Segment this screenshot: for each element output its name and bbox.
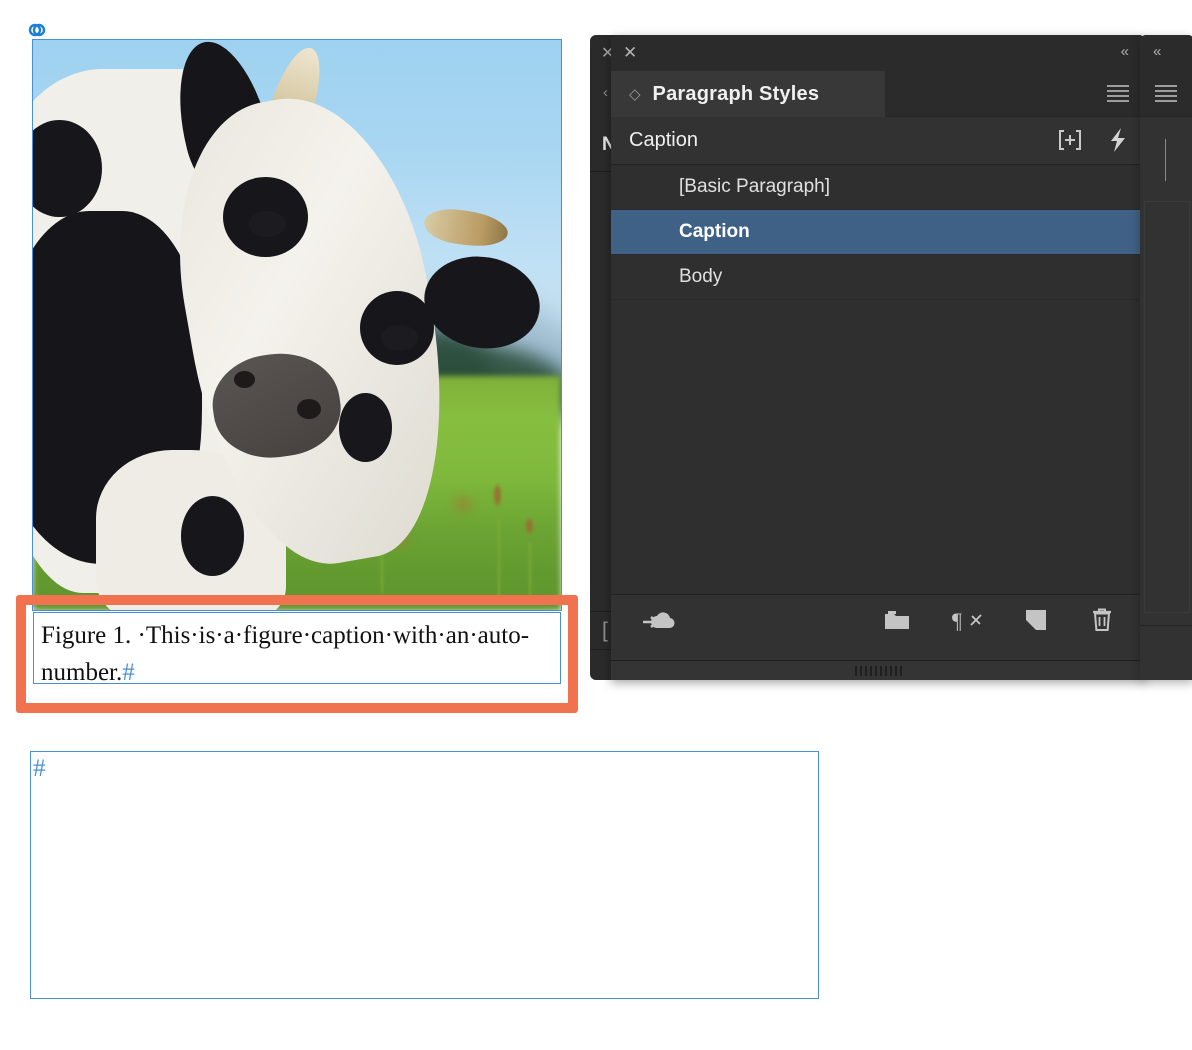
empty-text-frame[interactable]: # [30,751,819,999]
secondary-dock-footer-divider [1140,625,1192,626]
background-panel-bracket-label: [ [602,619,608,642]
secondary-panel-dock[interactable]: « [1140,35,1192,680]
tab-paragraph-styles[interactable]: ◇ Paragraph Styles [611,71,885,117]
secondary-dock-tab[interactable] [1140,71,1192,117]
caption-text-frame[interactable]: Figure 1. ·This·is·a·figure·caption·with… [33,612,561,684]
svg-text:¶: ¶ [952,608,962,632]
cow-left-eye [249,211,287,237]
panel-footer-toolbar[interactable]: ¶ [611,595,1145,650]
cow-nostril-left [233,370,255,388]
panel-menu-icon[interactable] [1155,85,1177,102]
clear-overrides-icon[interactable] [1057,128,1083,157]
cow-nostril-right [297,399,321,420]
style-row-caption[interactable]: Caption [611,210,1145,255]
style-row-basic-paragraph[interactable]: [Basic Paragraph] [611,165,1145,210]
caption-line-1: Figure 1. ·This·is·a·figure·caption·with… [41,622,478,649]
text-cursor-icon [1165,139,1166,181]
trash-icon[interactable] [1089,607,1115,638]
end-of-story-marker: # [122,659,135,684]
lightning-bolt-icon[interactable] [1107,127,1129,158]
panel-tab-row[interactable]: ◇ Paragraph Styles [611,71,1145,117]
current-style-name: Caption [629,129,698,151]
style-name: Caption [679,221,750,242]
new-style-icon[interactable] [1023,608,1049,637]
document-canvas[interactable]: Figure 1. ·This·is·a·figure·caption·with… [0,0,819,1050]
secondary-dock-titlebar[interactable]: « [1140,35,1192,71]
panel-title: Paragraph Styles [652,82,820,105]
clear-overrides-paragraph-icon[interactable]: ¶ [951,608,983,637]
cow-neck-patch [180,496,245,576]
panel-menu-icon[interactable] [1107,85,1129,102]
new-style-group-folder-icon[interactable] [883,608,911,637]
paragraph-styles-panel[interactable]: ✕ « ◇ Paragraph Styles Caption [Basic Pa… [611,35,1145,680]
cow-photograph [33,40,561,610]
close-icon[interactable]: ✕ [623,44,637,61]
collapse-dock-icon[interactable]: « [1153,44,1161,59]
cow-right-eye [381,325,419,351]
resize-gripper-icon[interactable] [611,660,1145,680]
current-style-row[interactable]: Caption [611,117,1145,165]
secondary-dock-content-area [1144,201,1190,613]
secondary-dock-body[interactable] [1140,117,1192,680]
background-panel-chevron-icon[interactable]: ‹ [603,85,608,100]
diamond-icon: ◇ [629,85,641,103]
cow-cheek-patch [339,393,393,462]
image-frame[interactable] [32,39,562,611]
panel-titlebar[interactable]: ✕ « [611,35,1145,71]
link-icon[interactable] [24,19,50,41]
style-row-body[interactable]: Body [611,255,1145,300]
empty-frame-end-of-story-marker: # [33,755,46,782]
collapse-panel-icon[interactable]: « [1121,44,1129,59]
cloud-import-icon[interactable] [641,608,679,641]
style-name: [Basic Paragraph] [679,176,831,197]
style-name: Body [679,266,723,287]
paragraph-styles-list[interactable]: [Basic Paragraph] Caption Body [611,165,1145,595]
